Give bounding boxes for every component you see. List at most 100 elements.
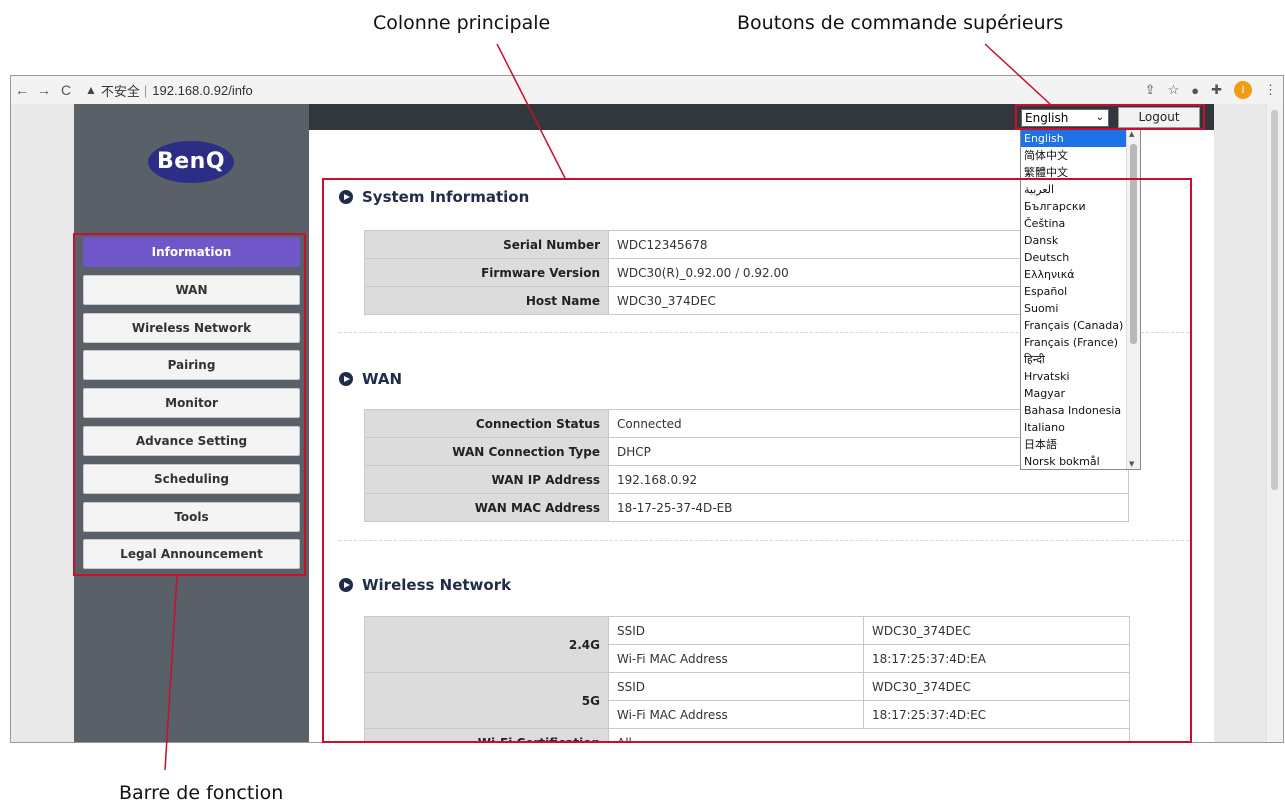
table-row: 2.4G SSID WDC30_374DEC <box>364 616 1130 673</box>
address-bar: ← → C ▲ 不安全 | 192.168.0.92/info ⇪ ☆ ● ✚ … <box>11 76 1283 104</box>
row-label: Host Name <box>364 286 609 315</box>
field-value: WDC30_374DEC <box>863 616 1130 645</box>
language-option[interactable]: Čeština <box>1021 215 1128 232</box>
language-option[interactable]: हिन्दी <box>1021 351 1128 368</box>
language-option[interactable]: Ελληνικά <box>1021 266 1128 283</box>
language-option[interactable]: العربية <box>1021 181 1128 198</box>
url-text: 192.168.0.92/info <box>152 82 253 98</box>
section-bullet-icon <box>339 578 353 592</box>
table-row: WAN MAC Address 18-17-25-37-4D-EB <box>364 493 1129 522</box>
language-option[interactable]: Français (France) <box>1021 334 1128 351</box>
language-option[interactable]: Български <box>1021 198 1128 215</box>
language-option[interactable]: Français (Canada) <box>1021 317 1128 334</box>
row-label: WAN Connection Type <box>364 437 609 466</box>
callout-function-bar: Barre de fonction <box>119 782 284 804</box>
sidebar-item-wireless-network[interactable]: Wireless Network <box>83 312 300 343</box>
browser-toolbar: ⇪ ☆ ● ✚ I ⋮ <box>1145 81 1277 99</box>
field-value: WDC30_374DEC <box>863 672 1130 701</box>
share-icon[interactable]: ⇪ <box>1145 82 1156 98</box>
language-option[interactable]: Deutsch <box>1021 249 1128 266</box>
language-option[interactable]: Hrvatski <box>1021 368 1128 385</box>
row-label: Connection Status <box>364 409 609 438</box>
wan-table: Connection Status Connected WAN Connectio… <box>364 409 1129 522</box>
sidebar-item-advance-setting[interactable]: Advance Setting <box>83 425 300 456</box>
section-wan: WAN <box>339 370 402 388</box>
section-system-information: System Information <box>339 188 529 206</box>
url-separator: | <box>143 82 148 98</box>
section-bullet-icon <box>339 190 353 204</box>
table-row: WAN IP Address 192.168.0.92 <box>364 465 1129 494</box>
callout-top-buttons: Boutons de commande supérieurs <box>737 12 1064 34</box>
system-info-table: Serial Number WDC12345678 Firmware Versio… <box>364 230 1129 315</box>
chevron-down-icon: ⌄ <box>1095 112 1104 123</box>
language-option[interactable]: Suomi <box>1021 300 1128 317</box>
language-options: English 简体中文 繁體中文 العربية Български Čeština Da… <box>1021 130 1128 469</box>
table-row: Host Name WDC30_374DEC <box>364 286 1129 315</box>
row-value: 18-17-25-37-4D-EB <box>608 493 1129 522</box>
scroll-down-icon[interactable]: ▼ <box>1129 460 1134 468</box>
section-title: Wireless Network <box>362 576 512 594</box>
dropdown-scrollbar-thumb[interactable] <box>1130 144 1137 344</box>
back-arrow-icon[interactable]: ← <box>11 82 33 98</box>
page-scrollbar-thumb[interactable] <box>1271 110 1278 490</box>
puzzle-icon[interactable]: ✚ <box>1211 82 1222 98</box>
language-option[interactable]: Español <box>1021 283 1128 300</box>
page-scrollbar[interactable] <box>1266 104 1283 742</box>
star-icon[interactable]: ☆ <box>1168 82 1180 98</box>
language-option[interactable]: English <box>1021 130 1128 147</box>
table-row: Connection Status Connected <box>364 409 1129 438</box>
sidebar-item-tools[interactable]: Tools <box>83 501 300 532</box>
language-option[interactable]: 日本語 <box>1021 436 1128 453</box>
table-row: 5G SSID WDC30_374DEC <box>364 672 1130 729</box>
table-row: Wi-Fi Certification All <box>364 728 1130 742</box>
sidebar-item-monitor[interactable]: Monitor <box>83 388 300 419</box>
table-row: Firmware Version WDC30(R)_0.92.00 / 0.92.… <box>364 258 1129 287</box>
sidebar-menu: Information WAN Wireless Network Pairing… <box>83 237 300 577</box>
field-label: SSID <box>608 672 864 701</box>
extension-icon[interactable]: ● <box>1191 83 1199 98</box>
language-option[interactable]: Italiano <box>1021 419 1128 436</box>
language-option[interactable]: Norsk bokmål <box>1021 453 1128 469</box>
benq-logo: BenQ <box>148 141 234 183</box>
sidebar-item-pairing[interactable]: Pairing <box>83 350 300 381</box>
language-option[interactable]: Bahasa Indonesia <box>1021 402 1128 419</box>
row-label: Serial Number <box>364 230 609 259</box>
wireless-table: 2.4G SSID WDC30_374DEC Wi-Fi MAC Address… <box>364 616 1130 742</box>
language-select-value: English <box>1025 111 1069 125</box>
scroll-up-icon[interactable]: ▲ <box>1129 130 1134 138</box>
reload-icon[interactable]: C <box>55 82 77 98</box>
field-value: All <box>608 728 1130 742</box>
language-option[interactable]: Dansk <box>1021 232 1128 249</box>
function-bar: BenQ Information WAN Wireless Network Pa… <box>74 104 309 742</box>
sidebar-item-wan[interactable]: WAN <box>83 274 300 305</box>
logout-button[interactable]: Logout <box>1118 107 1200 128</box>
language-select[interactable]: English ⌄ <box>1021 109 1109 127</box>
callout-main-column: Colonne principale <box>373 12 551 34</box>
section-divider <box>339 540 1189 541</box>
table-row: WAN Connection Type DHCP <box>364 437 1129 466</box>
band-label: 2.4G <box>364 616 609 673</box>
section-title: System Information <box>362 188 530 206</box>
top-bar: English ⌄ Logout <box>309 104 1214 130</box>
language-dropdown-list[interactable]: English 简体中文 繁體中文 العربية Български Čeština Da… <box>1020 129 1141 470</box>
field-label: Wi-Fi Certification <box>364 728 609 742</box>
url-field[interactable]: ▲ 不安全 | 192.168.0.92/info <box>85 79 1155 101</box>
field-label: Wi-Fi MAC Address <box>608 644 864 673</box>
sidebar-item-scheduling[interactable]: Scheduling <box>83 463 300 494</box>
warning-icon: ▲ <box>85 83 97 97</box>
section-title: WAN <box>362 370 403 388</box>
sidebar-item-legal-announcement[interactable]: Legal Announcement <box>83 539 300 570</box>
menu-icon[interactable]: ⋮ <box>1264 82 1277 98</box>
sidebar-item-information[interactable]: Information <box>83 237 300 267</box>
field-label: Wi-Fi MAC Address <box>608 700 864 729</box>
field-value: 18:17:25:37:4D:EC <box>863 700 1130 729</box>
row-label: WAN MAC Address <box>364 493 609 522</box>
profile-avatar[interactable]: I <box>1234 81 1252 99</box>
language-option[interactable]: Magyar <box>1021 385 1128 402</box>
language-option[interactable]: 繁體中文 <box>1021 164 1128 181</box>
row-label: Firmware Version <box>364 258 609 287</box>
language-option[interactable]: 简体中文 <box>1021 147 1128 164</box>
dropdown-scrollbar[interactable]: ▲ ▼ <box>1126 130 1140 469</box>
forward-arrow-icon[interactable]: → <box>33 82 55 98</box>
security-label: 不安全 <box>100 83 140 99</box>
